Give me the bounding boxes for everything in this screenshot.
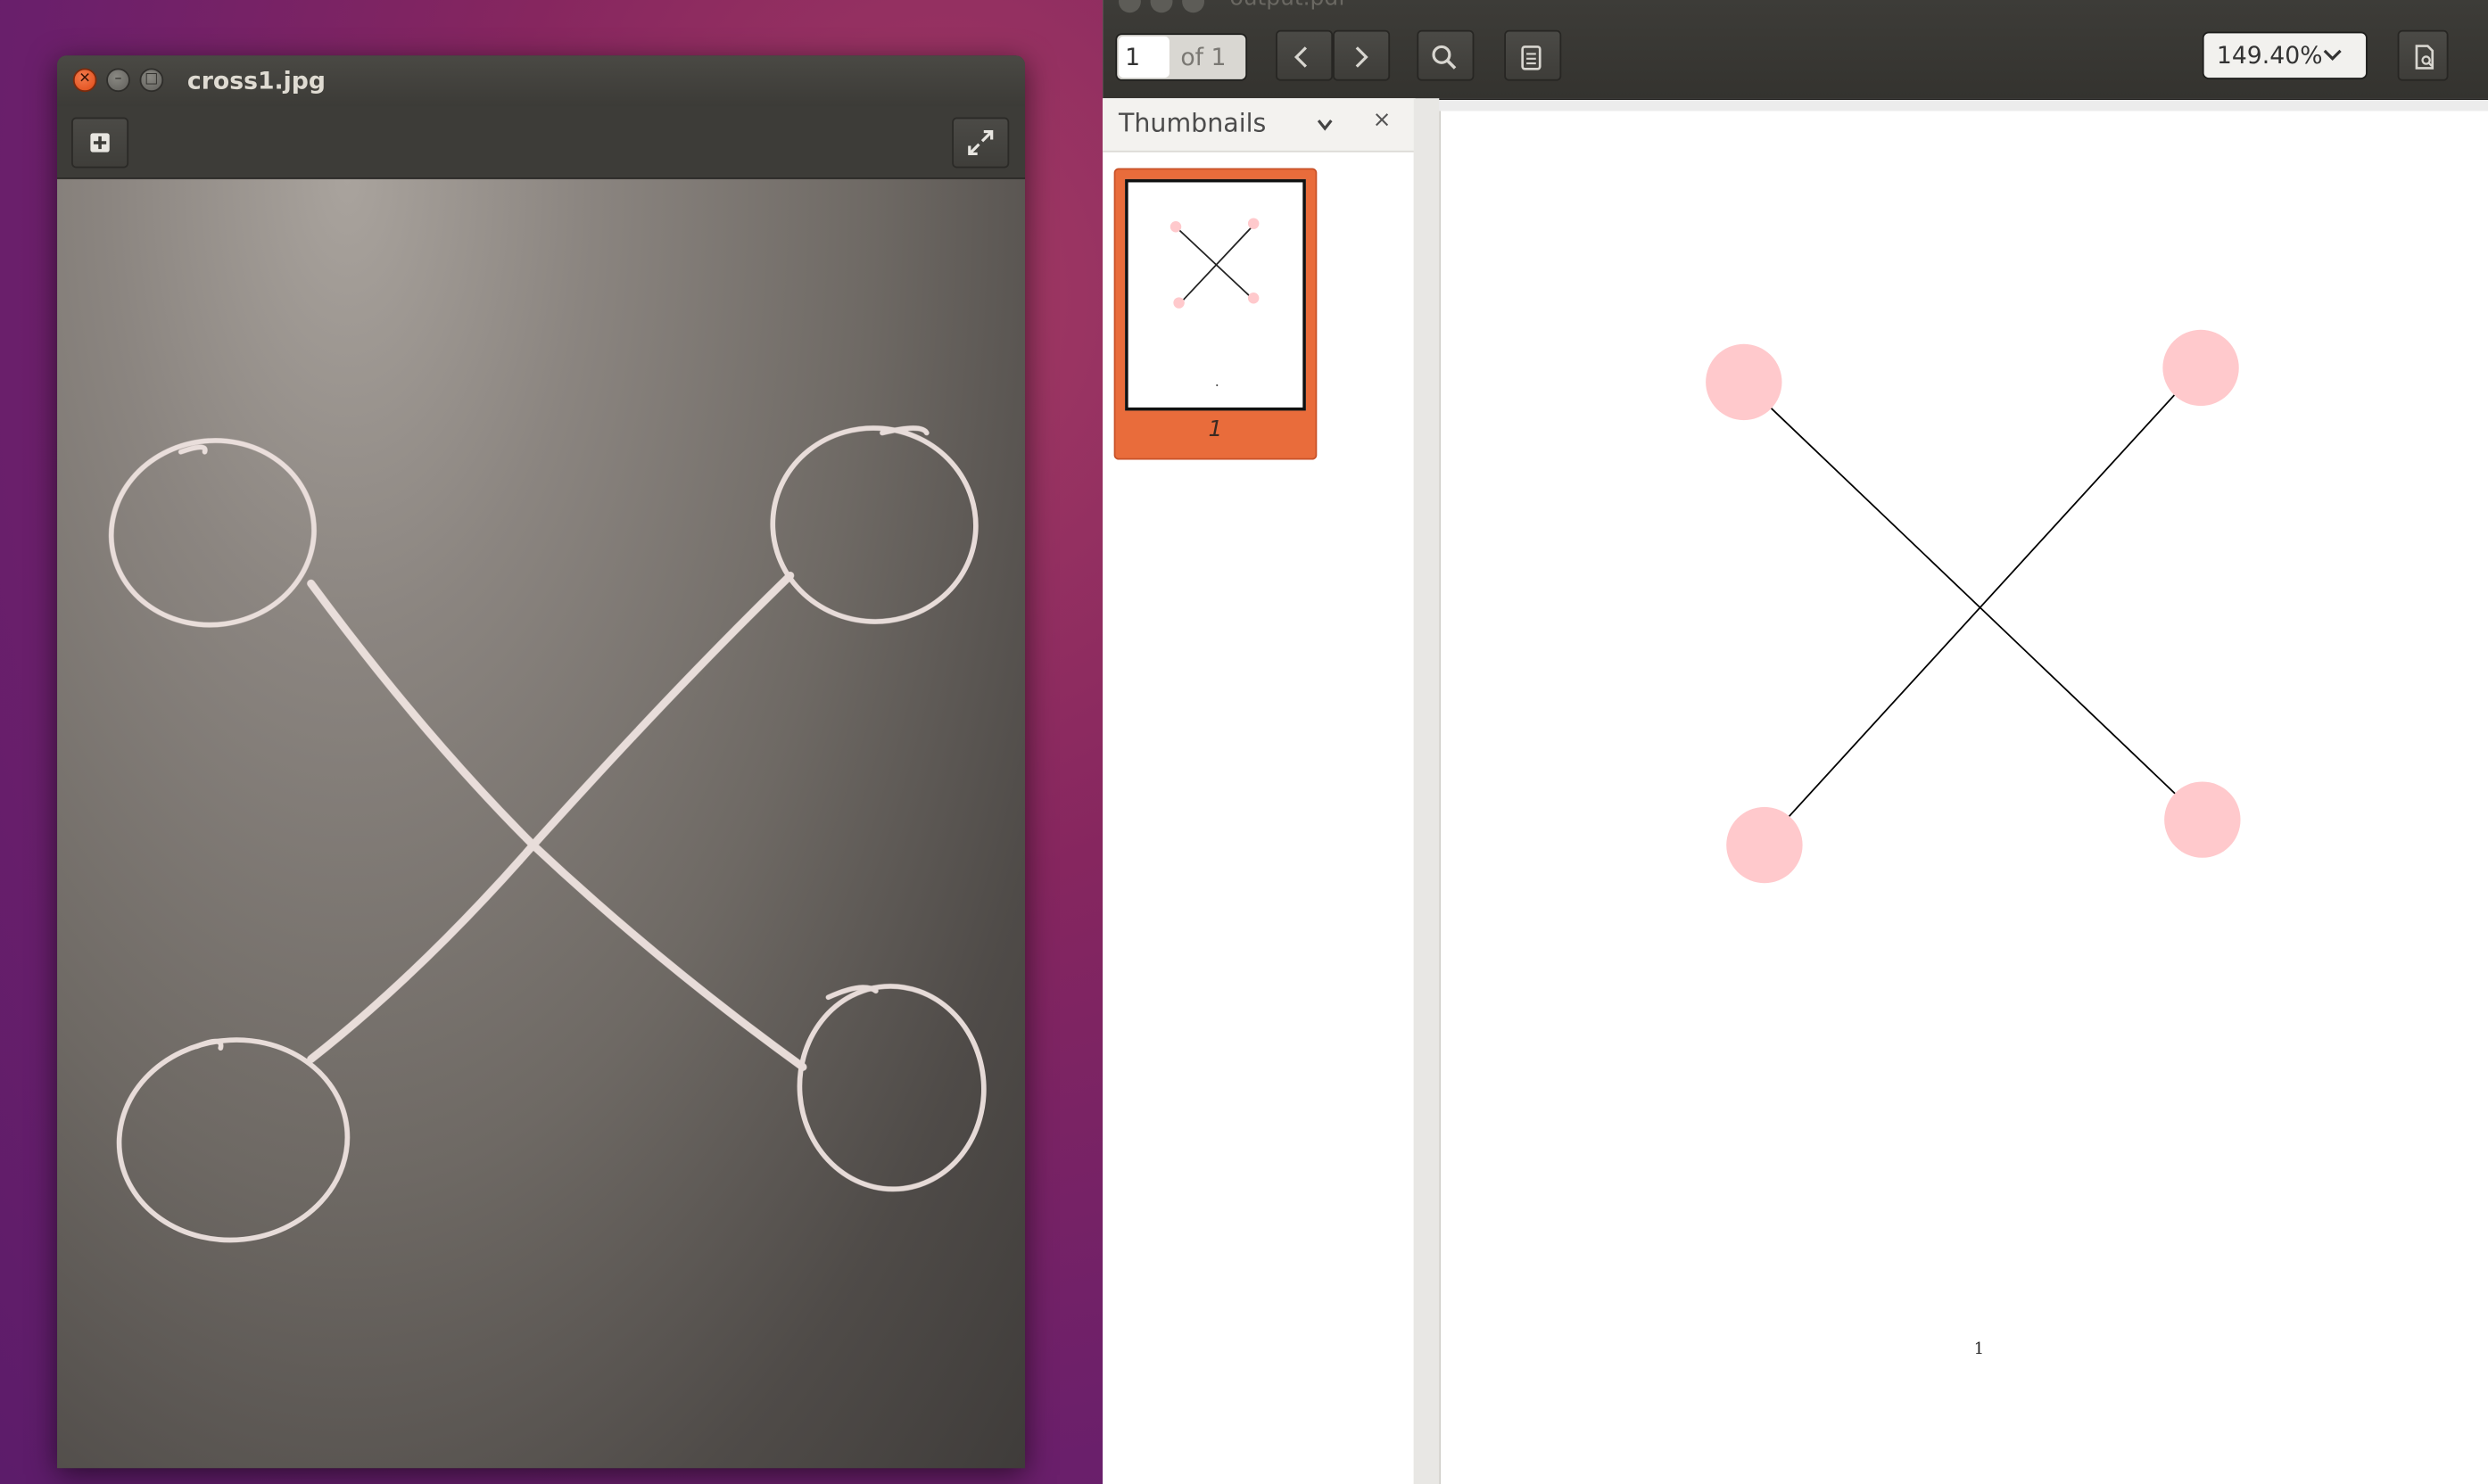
image-viewer-toolbar	[57, 106, 1026, 179]
image-viewer-titlebar[interactable]: ✕ – □ cross1.jpg	[57, 55, 1026, 107]
page-total-label: of 1	[1180, 43, 1227, 72]
thumbnail-preview	[1125, 178, 1306, 411]
chevron-down-icon[interactable]	[1316, 116, 1335, 135]
image-viewer-window: ✕ – □ cross1.jpg	[57, 55, 1026, 1469]
annotations-button[interactable]	[1504, 29, 1562, 81]
fullscreen-icon	[968, 129, 994, 156]
chalkboard-photo	[57, 178, 1026, 1469]
add-button[interactable]	[71, 117, 129, 169]
current-page-input[interactable]: 1	[1118, 36, 1170, 78]
close-window-button[interactable]: ✕	[72, 68, 97, 93]
thumbnail-page-label: 1	[1208, 416, 1223, 443]
node-bottom-right	[2164, 781, 2241, 858]
page-selector[interactable]: 1 of 1	[1115, 33, 1248, 81]
chevron-right-icon	[1355, 46, 1368, 68]
sidebar-title: Thumbnails	[1118, 107, 1267, 138]
minimize-window-button[interactable]	[1150, 0, 1173, 13]
clipboard-icon	[1521, 45, 1542, 70]
zoom-dropdown[interactable]: 149.40%	[2202, 31, 2368, 79]
plus-square-icon	[90, 133, 110, 153]
node-top-left	[1706, 343, 1782, 421]
maximize-window-button[interactable]	[1182, 0, 1205, 13]
chalk-cross-drawing	[108, 425, 987, 1243]
next-page-button[interactable]	[1333, 29, 1391, 81]
sidebar-header: Thumbnails ×	[1103, 98, 1414, 153]
close-sidebar-icon[interactable]: ×	[1373, 108, 1392, 133]
fullscreen-button[interactable]	[952, 117, 1010, 169]
chevron-down-icon	[2323, 49, 2342, 62]
edge-top-left-bottom-right	[1743, 381, 2203, 820]
thumbnail-graph-preview	[1170, 218, 1260, 387]
maximize-window-button[interactable]: □	[139, 68, 164, 93]
graph-drawing	[1706, 329, 2241, 884]
node-top-right	[2162, 329, 2239, 407]
thumbnail-page-1[interactable]: 1	[1113, 168, 1318, 460]
zoom-value: 149.40%	[2216, 41, 2323, 70]
chevron-left-icon	[1294, 46, 1308, 68]
page-number-footer: 1	[1973, 1341, 1985, 1359]
thumbnails-sidebar: Thumbnails × 1	[1103, 98, 1416, 1484]
pdf-toolbar: output.pdf 1 of 1	[1103, 0, 2488, 101]
pdf-window-title: output.pdf	[1229, 0, 1345, 11]
pdf-page: 1	[1439, 111, 2488, 1484]
search-icon	[1432, 45, 1457, 70]
image-viewer-title: cross1.jpg	[186, 66, 326, 95]
edge-top-right-bottom-left	[1762, 367, 2200, 846]
sidebar-divider[interactable]	[1413, 98, 1440, 1484]
minimize-window-button[interactable]: –	[106, 68, 130, 93]
document-icon	[2415, 45, 2434, 70]
search-button[interactable]	[1417, 29, 1475, 81]
pdf-viewer-window: output.pdf 1 of 1	[1103, 0, 2488, 1484]
node-bottom-left	[1726, 806, 1803, 884]
close-window-button[interactable]	[1118, 0, 1141, 13]
previous-page-button[interactable]	[1276, 29, 1334, 81]
document-properties-button[interactable]	[2397, 29, 2449, 81]
